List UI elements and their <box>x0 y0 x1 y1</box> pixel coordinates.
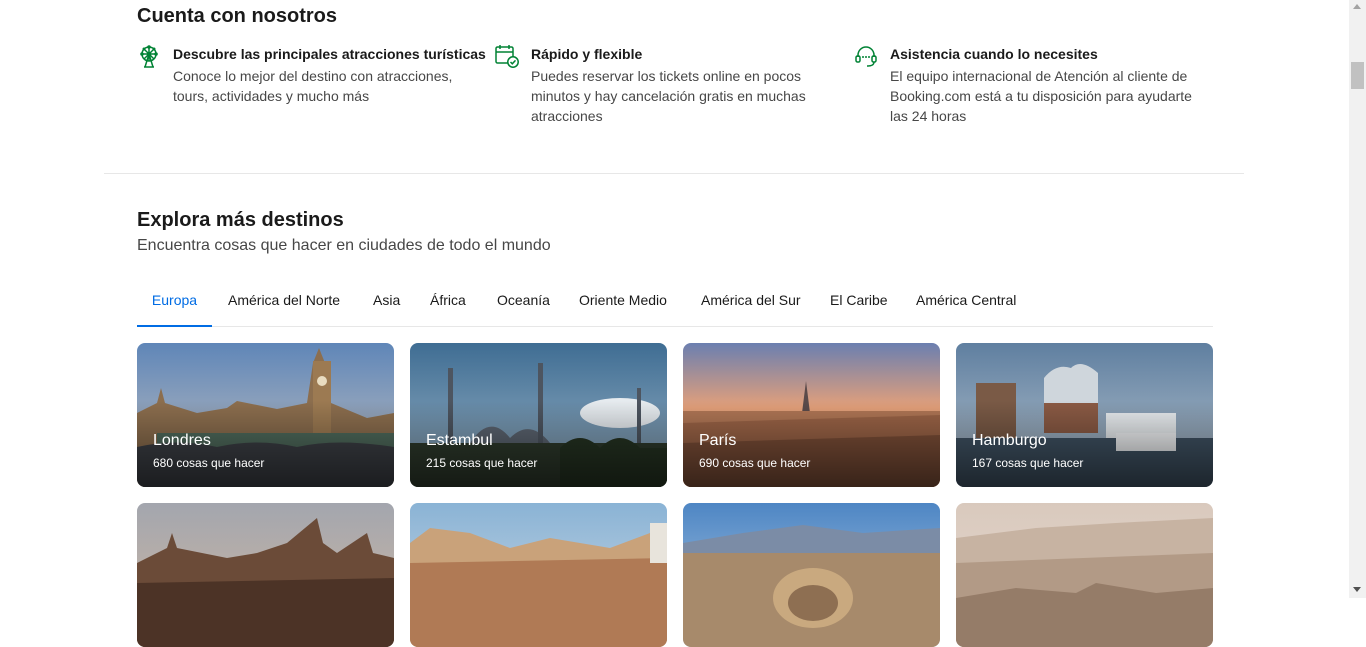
feature-description: Puedes reservar los tickets online en po… <box>531 66 806 126</box>
scroll-down-arrow-icon[interactable] <box>1353 587 1361 592</box>
tab-america-del-sur[interactable]: América del Sur <box>701 282 801 326</box>
feature-description-line: Booking.com está a tu disposición para a… <box>890 88 1192 104</box>
tab-america-central[interactable]: América Central <box>916 282 1016 326</box>
feature-description-line: minutos y hay cancelación gratis en much… <box>531 88 806 104</box>
destination-card-hamburgo[interactable]: Hamburgo 167 cosas que hacer <box>956 343 1213 487</box>
destination-card-roma[interactable] <box>683 503 940 647</box>
feature-title: Asistencia cuando lo necesites <box>890 46 1098 62</box>
feature-description: Conoce lo mejor del destino con atraccio… <box>173 66 452 106</box>
tab-asia[interactable]: Asia <box>373 282 400 326</box>
feature-description-line: Puedes reservar los tickets online en po… <box>531 68 802 84</box>
region-tabs: Europa América del Norte Asia África Oce… <box>137 282 1213 327</box>
tab-europa[interactable]: Europa <box>137 282 212 327</box>
destination-card-atenas[interactable] <box>956 503 1213 647</box>
feature-title: Descubre las principales atracciones tur… <box>173 46 486 62</box>
amsterdam-image <box>137 503 394 647</box>
card-count: 215 cosas que hacer <box>426 456 538 470</box>
tab-africa[interactable]: África <box>430 282 466 326</box>
card-city-name: Estambul <box>426 432 493 449</box>
tab-el-caribe[interactable]: El Caribe <box>830 282 888 326</box>
trust-section-title: Cuenta con nosotros <box>137 5 338 27</box>
rome-colosseum-image <box>683 503 940 647</box>
tab-oriente-medio[interactable]: Oriente Medio <box>579 282 667 326</box>
tab-oceania[interactable]: Oceanía <box>497 282 550 326</box>
feature-description-line: atracciones <box>531 108 603 124</box>
destination-card-paris[interactable]: París 690 cosas que hacer <box>683 343 940 487</box>
card-city-name: Londres <box>153 432 211 449</box>
feature-title: Rápido y flexible <box>531 46 643 62</box>
feature-description-line: tours, actividades y mucho más <box>173 88 370 104</box>
explore-section-subtitle: Encuentra cosas que hacer en ciudades de… <box>137 237 551 254</box>
scroll-thumb[interactable] <box>1351 62 1364 89</box>
destination-card-estambul[interactable]: Estambul 215 cosas que hacer <box>410 343 667 487</box>
destination-card-amsterdam[interactable] <box>137 503 394 647</box>
feature-description-line: Conoce lo mejor del destino con atraccio… <box>173 68 453 84</box>
destination-card-lisboa[interactable] <box>410 503 667 647</box>
tab-america-del-norte[interactable]: América del Norte <box>228 282 340 326</box>
scroll-up-arrow-icon[interactable] <box>1353 4 1361 9</box>
card-count: 680 cosas que hacer <box>153 456 265 470</box>
feature-description: El equipo internacional de Atención al c… <box>890 66 1192 126</box>
athens-image <box>956 503 1213 647</box>
card-city-name: París <box>699 432 737 449</box>
card-count: 167 cosas que hacer <box>972 456 1084 470</box>
card-count: 690 cosas que hacer <box>699 456 811 470</box>
section-divider <box>104 173 1244 174</box>
headset-icon <box>855 46 877 67</box>
ferris-wheel-icon <box>140 45 158 68</box>
lisbon-image <box>410 503 667 647</box>
feature-description-line: las 24 horas <box>890 108 967 124</box>
explore-section-title: Explora más destinos <box>137 209 344 231</box>
feature-description-line: El equipo internacional de Atención al c… <box>890 68 1188 84</box>
calendar-check-icon <box>495 45 519 68</box>
card-city-name: Hamburgo <box>972 432 1047 449</box>
destination-card-londres[interactable]: Londres 680 cosas que hacer <box>137 343 394 487</box>
page-scrollbar[interactable] <box>1349 0 1366 598</box>
features-row: Descubre las principales atracciones tur… <box>137 44 1213 134</box>
